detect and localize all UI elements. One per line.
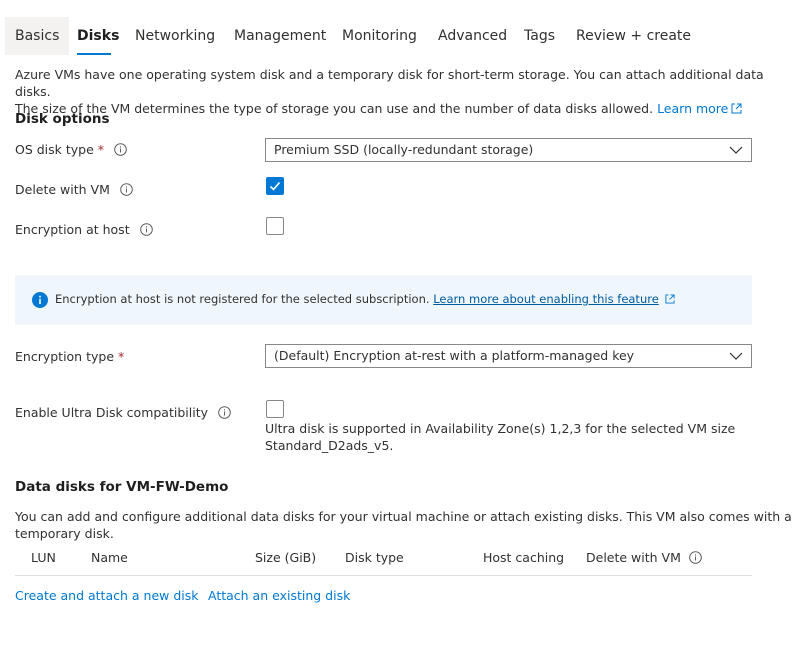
- external-link-icon: [665, 294, 675, 304]
- required-mark: *: [118, 349, 125, 364]
- checkmark-icon: [269, 181, 281, 191]
- column-header-disk-type: Disk type: [345, 550, 404, 565]
- tab-advanced[interactable]: Advanced: [438, 17, 507, 55]
- column-header-name: Name: [91, 550, 128, 565]
- column-header-delete-with-vm-text: Delete with VM: [586, 550, 681, 565]
- ultra-disk-label: Enable Ultra Disk compatibility: [15, 405, 231, 420]
- chevron-down-icon: [729, 146, 743, 154]
- encryption-at-host-label-text: Encryption at host: [15, 222, 130, 237]
- encryption-type-label: Encryption type *: [15, 349, 124, 364]
- learn-more-link[interactable]: Learn more: [657, 101, 742, 116]
- info-icon[interactable]: [139, 223, 153, 236]
- create-attach-new-disk-link[interactable]: Create and attach a new disk: [15, 588, 199, 603]
- column-header-host-caching: Host caching: [483, 550, 565, 565]
- tab-disks[interactable]: Disks: [77, 17, 119, 55]
- column-header-size: Size (GiB): [255, 550, 317, 565]
- ultra-disk-note-line-1: Ultra disk is supported in Availability …: [265, 421, 736, 436]
- chevron-down-icon: [729, 352, 743, 360]
- data-disks-description: You can add and configure additional dat…: [15, 508, 792, 542]
- column-header-lun: LUN: [31, 550, 56, 565]
- ultra-disk-note: Ultra disk is supported in Availability …: [265, 420, 735, 454]
- info-icon[interactable]: [120, 183, 133, 196]
- column-header-delete-with-vm: Delete with VM: [586, 550, 702, 565]
- delete-with-vm-label-text: Delete with VM: [15, 182, 110, 197]
- os-disk-type-label-text: OS disk type: [15, 142, 94, 157]
- tab-review-create[interactable]: Review + create: [576, 17, 691, 55]
- external-link-icon: [731, 103, 742, 114]
- intro-line-2: The size of the VM determines the type o…: [15, 100, 785, 117]
- ultra-disk-label-text: Enable Ultra Disk compatibility: [15, 405, 208, 420]
- info-icon[interactable]: [114, 143, 127, 156]
- os-disk-type-value: Premium SSD (locally-redundant storage): [274, 142, 534, 157]
- required-mark: *: [97, 142, 105, 157]
- disk-options-title: Disk options: [15, 111, 110, 127]
- learn-more-label: Learn more: [657, 101, 729, 116]
- data-disks-description-line-1: You can add and configure additional dat…: [15, 509, 792, 524]
- data-disks-title: Data disks for VM-FW-Demo: [15, 479, 229, 495]
- encryption-at-host-checkbox[interactable]: [266, 217, 284, 235]
- intro-line-1: Azure VMs have one operating system disk…: [15, 67, 764, 99]
- banner-learn-more-link[interactable]: Learn more about enabling this feature: [433, 292, 659, 306]
- data-disks-description-line-2: temporary disk.: [15, 526, 114, 541]
- delete-with-vm-label: Delete with VM: [15, 182, 133, 197]
- encryption-type-select[interactable]: (Default) Encryption at-rest with a plat…: [265, 344, 752, 368]
- active-tab-indicator: [77, 53, 111, 55]
- intro-text: Azure VMs have one operating system disk…: [15, 66, 785, 117]
- banner-text: Encryption at host is not registered for…: [55, 292, 430, 306]
- table-divider: [15, 575, 752, 576]
- intro-line-2-text: The size of the VM determines the type o…: [15, 101, 654, 116]
- info-icon[interactable]: [689, 551, 702, 564]
- encryption-at-host-label: Encryption at host: [15, 222, 153, 237]
- info-filled-icon: [32, 292, 48, 308]
- os-disk-type-select[interactable]: Premium SSD (locally-redundant storage): [265, 138, 752, 162]
- ultra-disk-note-line-2: Standard_D2ads_v5.: [265, 438, 394, 453]
- tab-management[interactable]: Management: [234, 17, 326, 55]
- attach-existing-disk-link[interactable]: Attach an existing disk: [208, 588, 350, 603]
- ultra-disk-checkbox[interactable]: [266, 400, 284, 418]
- delete-with-vm-checkbox[interactable]: [266, 177, 284, 195]
- tab-basics[interactable]: Basics: [5, 17, 70, 55]
- encryption-type-value: (Default) Encryption at-rest with a plat…: [274, 348, 635, 363]
- tab-networking[interactable]: Networking: [135, 17, 215, 55]
- os-disk-type-label: OS disk type *: [15, 142, 127, 157]
- tab-monitoring[interactable]: Monitoring: [342, 17, 417, 55]
- banner-message: Encryption at host is not registered for…: [55, 292, 675, 306]
- encryption-type-label-text: Encryption type: [15, 349, 115, 364]
- tab-tags[interactable]: Tags: [524, 17, 555, 55]
- info-icon[interactable]: [218, 406, 231, 419]
- info-banner: Encryption at host is not registered for…: [15, 275, 752, 325]
